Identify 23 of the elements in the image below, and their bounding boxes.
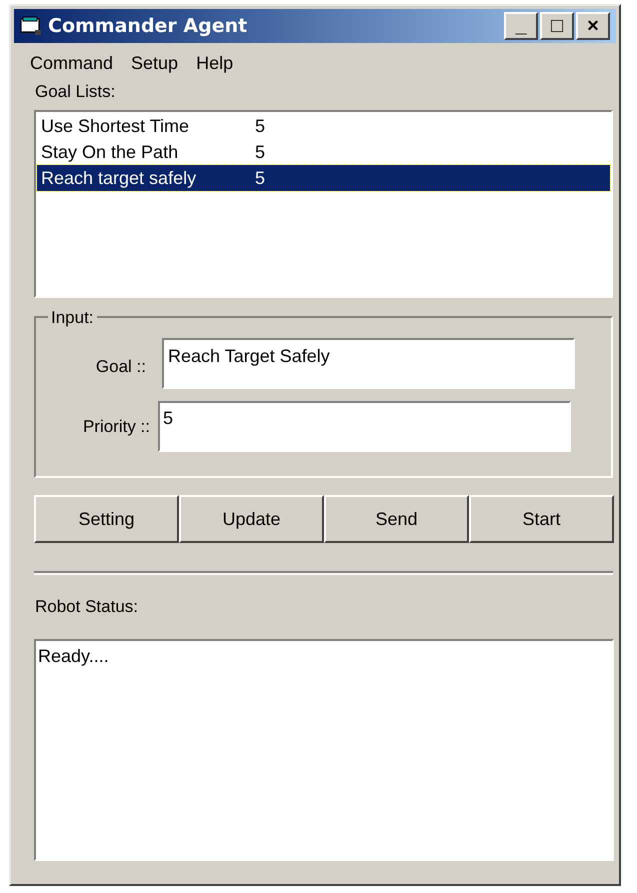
goal-label: Goal :: — [94, 356, 147, 378]
command-button[interactable]: Setting — [34, 495, 179, 543]
close-button[interactable]: × — [576, 12, 610, 40]
command-button[interactable]: Start — [469, 495, 614, 543]
command-button[interactable]: Send — [324, 495, 469, 543]
maximize-button[interactable]: □ — [540, 12, 574, 40]
menu-item[interactable]: Setup — [131, 50, 178, 76]
goal-field[interactable]: Reach Target Safely — [162, 338, 575, 389]
menu-item[interactable]: Command — [30, 50, 114, 76]
list-label: Goal Lists: — [35, 81, 116, 103]
window-app-icon — [20, 16, 42, 36]
goal-list[interactable]: Use Shortest Time 5 Stay On the Path 5 Reach target safely 5 — [34, 110, 613, 298]
list-item[interactable]: Reach target safely 5 — [37, 165, 610, 191]
minimize-button[interactable]: _ — [504, 12, 538, 40]
list-item[interactable]: Stay On the Path 5 — [37, 139, 610, 165]
command-button[interactable]: Update — [179, 495, 324, 543]
priority-label: Priority :: — [82, 416, 151, 438]
priority-field[interactable]: 5 — [158, 401, 571, 452]
window-title: Commander Agent — [48, 14, 248, 39]
status-label: Robot Status: — [35, 596, 140, 618]
status-text: Ready.... — [38, 646, 109, 666]
menu-item[interactable]: Help — [196, 50, 234, 76]
list-item[interactable]: Use Shortest Time 5 — [37, 113, 610, 139]
